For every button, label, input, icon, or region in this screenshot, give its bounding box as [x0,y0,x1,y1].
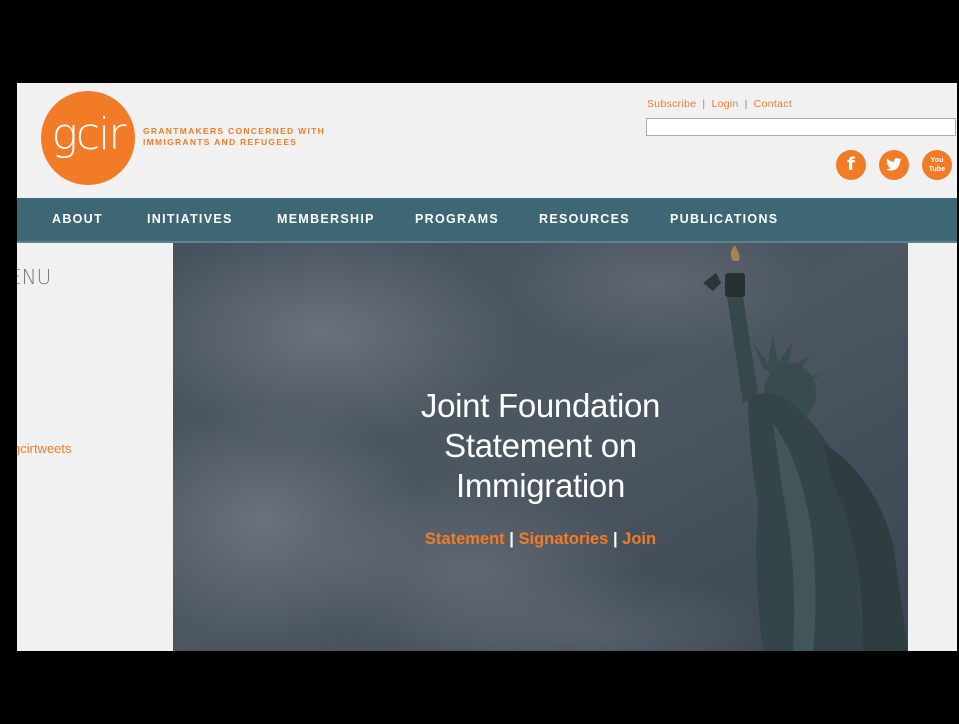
youtube-icon[interactable]: You Tube [922,150,952,180]
nav-about[interactable]: ABOUT [52,198,103,241]
sidebar-menu-title: ENU [17,265,52,289]
top-black-bar [7,6,956,83]
youtube-label-1: You [930,157,944,164]
join-link[interactable]: Join [622,530,656,548]
statement-link[interactable]: Statement [425,530,505,548]
hero-link-separator-1: | [509,530,514,548]
twitter-bird-icon [886,158,902,171]
hero-title-line-3: Immigration [455,467,626,504]
hero-title-line-1: Joint Foundation [420,387,661,424]
nav-resources[interactable]: RESOURCES [539,198,630,241]
facebook-icon[interactable]: f [836,150,866,180]
hero-links: Statement | Signatories | Join [173,530,908,549]
nav-initiatives[interactable]: INITIATIVES [147,198,233,241]
search-input[interactable] [646,118,956,136]
contact-link[interactable]: Contact [754,98,792,110]
login-link[interactable]: Login [711,98,738,110]
screenshot-frame: gcir GRANTMAKERS CONCERNED WITH IMMIGRAN… [0,0,959,724]
twitter-handle-link[interactable]: gcirtweets [17,441,72,456]
tagline-line-2: IMMIGRANTS AND REFUGEES [143,137,298,147]
tagline-line-1: GRANTMAKERS CONCERNED WITH [143,126,326,136]
subscribe-link[interactable]: Subscribe [647,98,696,110]
hero-title-line-2: Statement on [444,427,637,464]
twitter-icon[interactable] [879,150,909,180]
nav-programs[interactable]: PROGRAMS [415,198,499,241]
bottom-black-bar [7,651,956,724]
website: gcir GRANTMAKERS CONCERNED WITH IMMIGRAN… [17,83,957,651]
nav-membership[interactable]: MEMBERSHIP [277,198,375,241]
hero-title: Joint Foundation Statement on Immigratio… [173,386,908,506]
hero-banner: Joint Foundation Statement on Immigratio… [173,243,908,651]
main-nav: ABOUT INITIATIVES MEMBERSHIP PROGRAMS RE… [17,198,957,243]
signatories-link[interactable]: Signatories [519,530,609,548]
utility-links: Subscribe | Login | Contact [647,98,792,110]
logo-text[interactable]: gcir [46,105,130,165]
tagline: GRANTMAKERS CONCERNED WITH IMMIGRANTS AN… [143,126,325,148]
youtube-label-2: Tube [928,166,946,173]
nav-publications[interactable]: PUBLICATIONS [670,198,778,241]
hero-link-separator-2: | [612,530,618,548]
